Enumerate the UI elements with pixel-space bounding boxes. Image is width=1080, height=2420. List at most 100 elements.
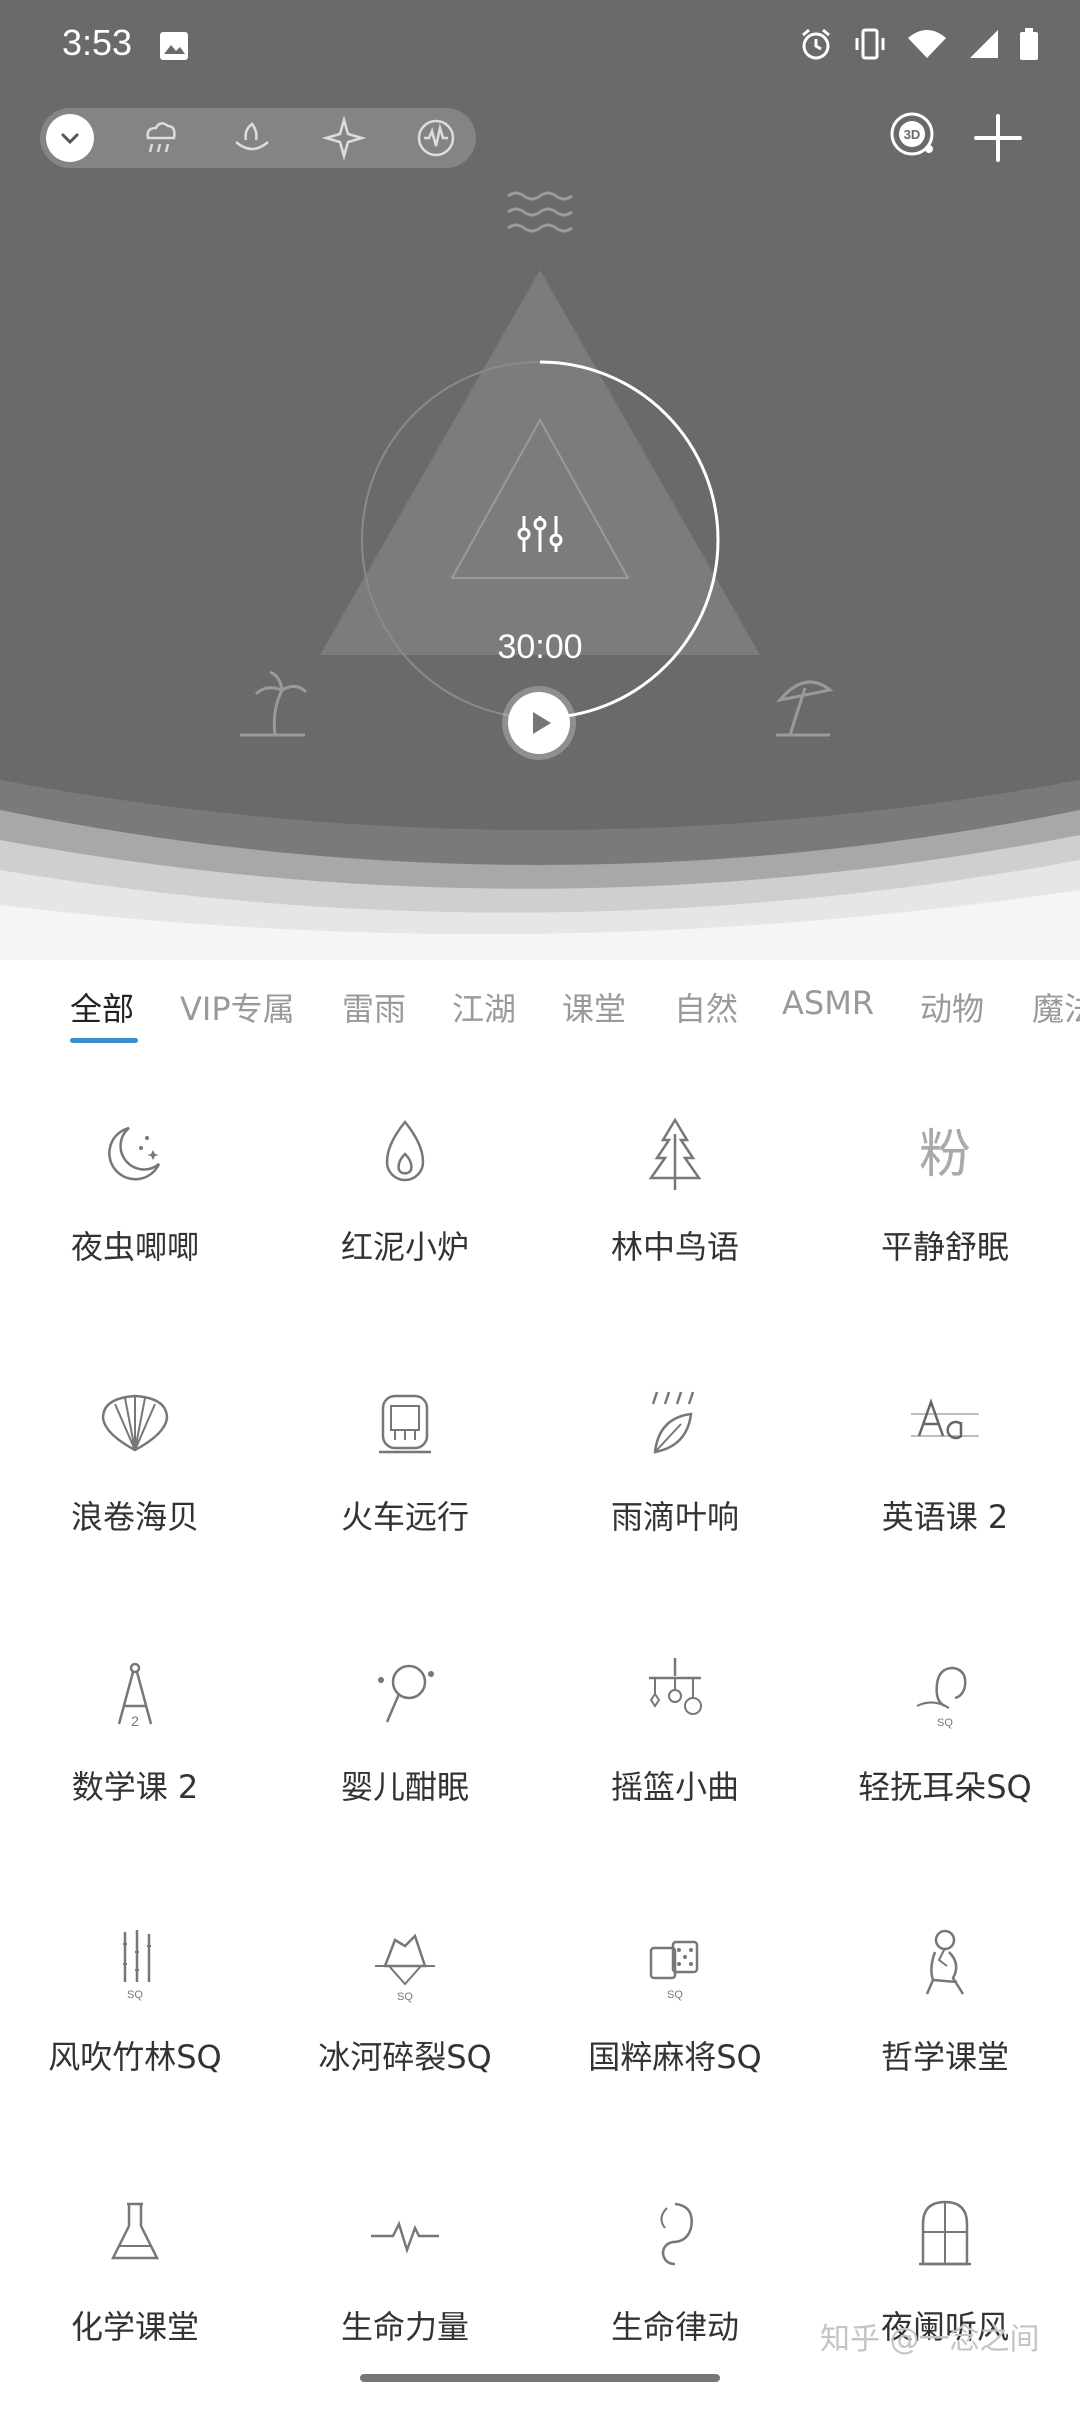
sound-item[interactable]: 夜阑听风 [810,2150,1080,2420]
watermark: 知乎 @一念之间 [820,2322,1040,2357]
battery-icon [1020,28,1038,60]
moon-stars-icon [108,1126,161,1181]
sound-item[interactable]: 红泥小炉 [270,1070,540,1340]
waveform-mode-button[interactable] [412,114,460,162]
tab-classroom[interactable]: 课堂 [562,984,626,1030]
heartbeat-icon [371,2220,439,2254]
train-icon [379,1394,431,1454]
add-button[interactable] [970,110,1026,166]
sound-label: 风吹竹林SQ [48,2038,222,2076]
sound-label: 生命律动 [610,2308,739,2346]
sound-item[interactable]: 婴儿酣眠 [270,1610,540,1880]
sound-glyph: 粉 [919,1125,971,1185]
sound-label: 火车远行 [340,1498,469,1536]
campfire-icon [235,122,269,151]
svg-text:SQ: SQ [937,1717,953,1729]
sound-label: 雨滴叶响 [610,1498,739,1536]
active-tab-indicator [70,1038,138,1043]
sound-item[interactable]: 粉 平静舒眠 [810,1070,1080,1340]
svg-text:2: 2 [131,1713,139,1729]
3d-toggle-button[interactable]: 3D [888,110,936,158]
sound-item[interactable]: 浪卷海贝 [0,1340,270,1610]
play-icon [533,712,551,734]
tab-nature[interactable]: 自然 [674,984,738,1030]
tab-magic[interactable]: 魔法 [1032,984,1080,1030]
campfire-mode-button[interactable] [228,114,276,162]
rattle-icon [378,1664,434,1723]
tab-jianghu[interactable]: 江湖 [452,984,516,1030]
tab-asmr[interactable]: ASMR [782,984,874,1022]
collapse-button[interactable] [46,114,94,162]
seashell-icon [101,1394,169,1452]
chevron-down-icon [61,133,79,145]
letters-aa-icon [911,1398,979,1440]
embryo-icon [660,2202,693,2266]
timer-display: 30:00 [497,628,583,666]
rain-mode-button[interactable] [136,114,184,162]
tab-all[interactable]: 全部 [70,984,134,1030]
sound-item[interactable]: 雨滴叶响 [540,1340,810,1610]
svg-text:SQ: SQ [127,1989,143,2001]
rain-icon [146,122,176,153]
sound-item[interactable]: SQ 国粹麻将SQ [540,1880,810,2150]
sound-label: 生命力量 [340,2308,469,2346]
mobile-toy-icon [649,1658,702,1715]
iceberg-icon: SQ [375,1933,435,2003]
svg-text:3D: 3D [904,127,921,142]
ear-icon: SQ [916,1666,967,1729]
sound-item[interactable]: 化学课堂 [0,2150,270,2420]
sound-item[interactable]: 摇篮小曲 [540,1610,810,1880]
bamboo-icon: SQ [123,1930,151,2001]
sound-label: 国粹麻将SQ [588,2038,762,2076]
sound-item[interactable]: SQ 风吹竹林SQ [0,1880,270,2150]
sound-item[interactable]: 夜虫唧唧 [0,1070,270,1340]
rain-leaf-icon [651,1391,695,1454]
sparkle-mode-button[interactable] [320,114,368,162]
sound-label: 摇篮小曲 [610,1768,739,1806]
sound-label: 数学课 2 [71,1768,199,1806]
vibrate-icon [855,28,885,60]
status-bar: 3:53 [0,0,1080,90]
sound-label: 婴儿酣眠 [340,1768,469,1806]
sound-item[interactable]: 林中鸟语 [540,1070,810,1340]
sound-label: 轻抚耳朵SQ [858,1768,1032,1806]
thinker-icon [925,1929,965,1995]
status-time: 3:53 [62,22,133,63]
tab-animals[interactable]: 动物 [920,984,984,1030]
mahjong-icon: SQ [649,1940,699,2001]
sound-label: 英语课 2 [881,1498,1009,1536]
sound-label: 浪卷海贝 [70,1498,199,1536]
sound-item[interactable]: 哲学课堂 [810,1880,1080,2150]
play-button[interactable] [508,692,570,754]
pine-tree-icon [648,1117,702,1190]
sound-item[interactable]: SQ 轻抚耳朵SQ [810,1610,1080,1880]
home-indicator[interactable] [360,2374,720,2382]
sound-item[interactable]: 英语课 2 [810,1340,1080,1610]
gallery-icon [160,32,188,60]
waveform-icon [417,119,455,157]
sound-label: 化学课堂 [70,2308,199,2346]
svg-text:SQ: SQ [667,1989,683,2001]
sound-label: 林中鸟语 [610,1228,739,1266]
add-icon [974,114,1022,162]
wifi-icon [908,30,946,58]
tab-thunder[interactable]: 雷雨 [342,984,406,1030]
sound-label: 红泥小炉 [340,1228,469,1266]
sound-label: 哲学课堂 [880,2038,1009,2076]
category-tabs: 全部 VIP专属 雷雨 江湖 课堂 自然 ASMR 动物 魔法 [0,960,1080,1050]
sound-item[interactable]: SQ 冰河碎裂SQ [270,1880,540,2150]
flask-icon [110,2202,160,2260]
mode-selector [40,108,476,168]
sound-item[interactable]: 火车远行 [270,1340,540,1610]
3d-icon: 3D [890,112,934,156]
tab-vip[interactable]: VIP专属 [180,984,295,1030]
flame-icon [385,1120,425,1182]
svg-text:SQ: SQ [397,1991,413,2003]
sound-item[interactable]: 2 数学课 2 [0,1610,270,1880]
alarm-icon [802,28,830,60]
sound-label: 平静舒眠 [880,1228,1009,1266]
sound-label: 冰河碎裂SQ [318,2038,492,2076]
window-icon [919,2200,971,2266]
signal-icon [970,30,998,58]
hero-player: 3:53 3D 30:00 [0,0,1080,960]
